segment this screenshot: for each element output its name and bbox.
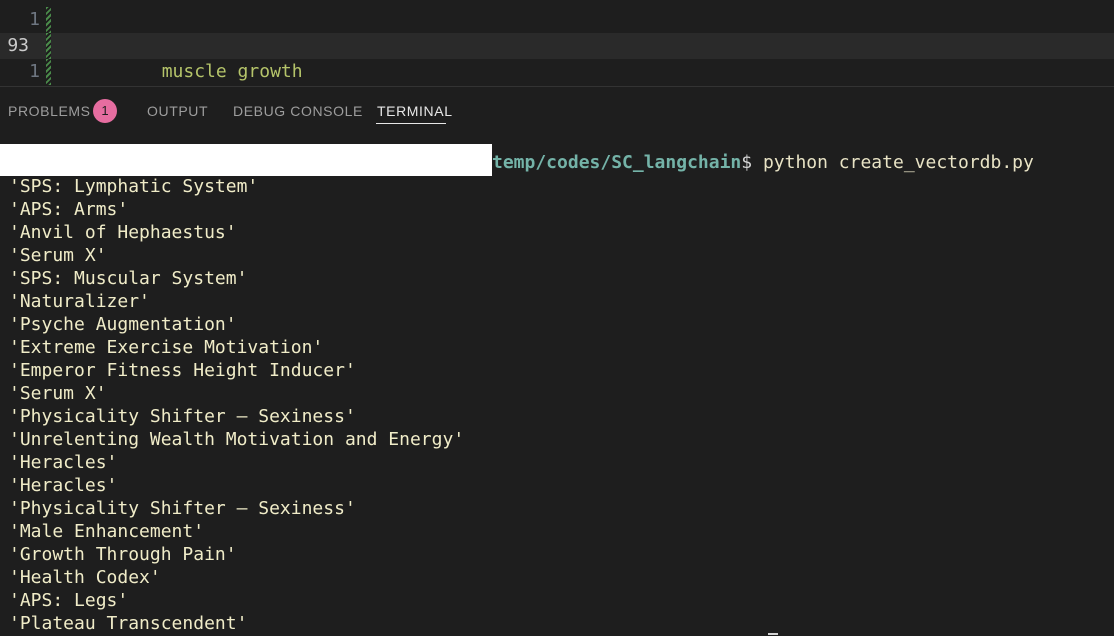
terminal-output-line: 'SPS: Muscular System' <box>9 268 248 289</box>
terminal-output-line: 'Male Enhancement' <box>9 521 205 542</box>
tab-output[interactable]: OUTPUT <box>147 101 208 121</box>
prompt-path: temp/codes/SC_langchain <box>492 152 742 173</box>
terminal-output: 'SPS: Lymphatic System' 'APS: Arms' 'Anvil… <box>9 175 464 635</box>
terminal-output-line: 'Plateau Transcendent' <box>9 613 248 634</box>
tab-debug-console[interactable]: DEBUG CONSOLE <box>233 101 363 121</box>
terminal-output-line: 'Health Codex' <box>9 567 161 588</box>
terminal-prompt: temp/codes/SC_langchain$ python create_v… <box>492 150 1034 176</box>
terminal-output-line: 'Psyche Augmentation' <box>9 314 237 335</box>
git-modified-marker <box>46 33 51 59</box>
terminal-output-line: 'APS: Arms' <box>9 199 129 220</box>
code-editor[interactable]: 2 1 query = ''' 93 muscle growth 1 ''' <box>0 0 1114 86</box>
terminal-output-line: 'SPS: Lymphatic System' <box>9 176 259 197</box>
terminal-output-line: 'Extreme Exercise Motivation' <box>9 337 324 358</box>
terminal-output-line: 'APS: Legs' <box>9 590 129 611</box>
prompt-symbol: $ <box>741 152 763 173</box>
terminal-output-line: 'Heracles' <box>9 452 118 473</box>
line-number: 1 <box>29 9 40 30</box>
code-line-current[interactable]: 93 muscle growth <box>0 33 1114 82</box>
terminal-output-line: 'Emperor Fitness Height Inducer' <box>9 360 356 381</box>
terminal-output-line: 'Physicality Shifter – Sexiness' <box>9 498 356 519</box>
redacted-region <box>0 144 492 176</box>
problems-count-badge: 1 <box>93 99 117 123</box>
code-text: ''' <box>75 59 194 86</box>
git-modified-marker <box>46 7 51 33</box>
vscode-window: 2 1 query = ''' 93 muscle growth 1 ''' P… <box>0 0 1114 636</box>
terminal-output-line: 'Physicality Shifter – Sexiness' <box>9 406 356 427</box>
terminal-output-line: 'Naturalizer' <box>9 291 150 312</box>
line-number: 1 <box>29 61 40 82</box>
terminal-output-line: 'Anvil of Hephaestus' <box>9 222 237 243</box>
line-number: 93 <box>7 35 29 56</box>
git-modified-marker <box>46 59 51 85</box>
terminal-command: python create_vectordb.py <box>762 152 1034 173</box>
terminal-cursor <box>768 633 778 635</box>
tab-terminal[interactable]: TERMINAL <box>377 101 453 121</box>
terminal-output-line: 'Unrelenting Wealth Motivation and Energ… <box>9 429 465 450</box>
terminal-output-line: 'Heracles' <box>9 475 118 496</box>
terminal-output-line: 'Growth Through Pain' <box>9 544 237 565</box>
active-tab-indicator <box>376 123 446 124</box>
terminal-output-line: 'Serum X' <box>9 245 107 266</box>
panel-tab-bar: PROBLEMS OUTPUT DEBUG CONSOLE TERMINAL <box>0 87 1114 129</box>
tab-problems[interactable]: PROBLEMS <box>8 101 91 121</box>
gutter-partial-line-number: 2 <box>28 0 39 4</box>
code-line[interactable]: 1 ''' <box>0 59 1114 85</box>
code-line[interactable]: 1 query = ''' <box>0 7 1114 56</box>
terminal-output-line: 'Serum X' <box>9 383 107 404</box>
terminal-panel[interactable]: temp/codes/SC_langchain$ python create_v… <box>0 129 1114 636</box>
